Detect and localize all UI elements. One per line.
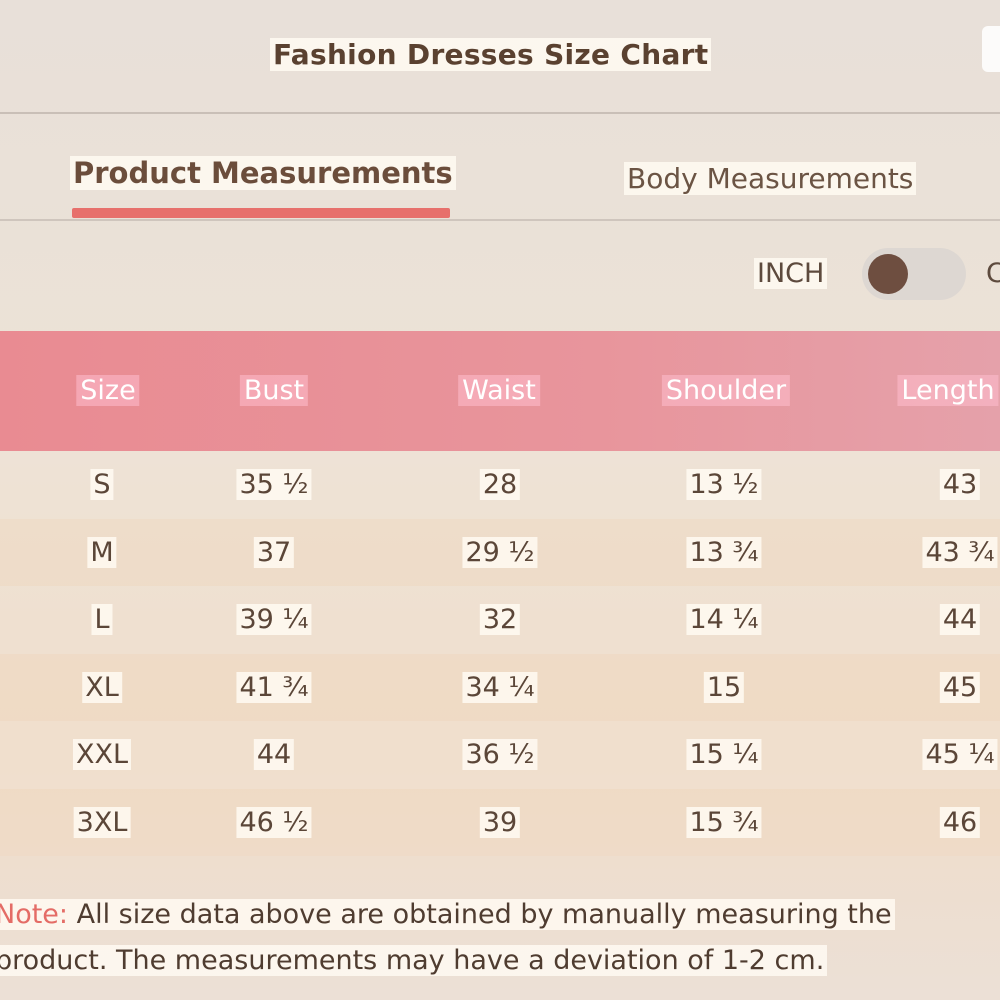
active-tab-indicator bbox=[72, 208, 450, 218]
unit-label-cm[interactable]: C bbox=[986, 258, 1000, 289]
cell-bust: 39 ¼ bbox=[236, 604, 312, 635]
cell-bust: 41 ¾ bbox=[236, 671, 312, 703]
table-header-row: Size Bust Waist Shoulder Length bbox=[0, 331, 1000, 451]
note-line-1: Note: All size data above are obtained b… bbox=[0, 892, 1000, 938]
column-header-length: Length bbox=[897, 375, 999, 406]
cell-bust: 35 ½ bbox=[236, 469, 312, 500]
table-row: 3XL 46 ½ 39 15 ¾ 46 bbox=[0, 788, 1000, 856]
cell-shoulder: 13 ½ bbox=[686, 469, 762, 500]
cell-bust: 37 bbox=[253, 536, 295, 568]
cell-size: L bbox=[91, 604, 113, 635]
cell-shoulder: 15 bbox=[703, 671, 745, 703]
cell-shoulder: 14 ¼ bbox=[686, 604, 762, 635]
measurement-note: Note: All size data above are obtained b… bbox=[0, 892, 1000, 984]
cell-length: 46 bbox=[939, 806, 981, 838]
column-header-shoulder: Shoulder bbox=[661, 375, 791, 406]
cell-waist: 32 bbox=[479, 604, 521, 635]
cell-size: XL bbox=[82, 671, 122, 703]
tab-bar: Product Measurements Body Measurements bbox=[0, 114, 1000, 221]
table-row: XL 41 ¾ 34 ¼ 15 45 bbox=[0, 653, 1000, 721]
cell-length: 45 ¼ bbox=[922, 739, 998, 770]
table-row: L 39 ¼ 32 14 ¼ 44 bbox=[0, 586, 1000, 654]
tab-product-measurements[interactable]: Product Measurements bbox=[70, 156, 456, 190]
table-row: XXL 44 36 ½ 15 ¼ 45 ¼ bbox=[0, 721, 1000, 789]
cell-size: 3XL bbox=[73, 806, 131, 838]
cell-waist: 28 bbox=[479, 469, 521, 500]
table-row: M 37 29 ½ 13 ¾ 43 ¾ bbox=[0, 518, 1000, 586]
cell-waist: 36 ½ bbox=[462, 739, 538, 770]
cell-shoulder: 13 ¾ bbox=[686, 536, 762, 568]
cell-size: XXL bbox=[72, 739, 132, 770]
cell-bust: 46 ½ bbox=[236, 806, 312, 838]
cell-bust: 44 bbox=[253, 739, 295, 770]
note-text-1: All size data above are obtained by manu… bbox=[76, 899, 892, 930]
cell-shoulder: 15 ¾ bbox=[686, 806, 762, 838]
cell-waist: 39 bbox=[479, 806, 521, 838]
toggle-knob bbox=[868, 254, 908, 294]
page-title: Fashion Dresses Size Chart bbox=[270, 38, 712, 71]
cell-waist: 29 ½ bbox=[462, 536, 538, 568]
close-button[interactable] bbox=[982, 26, 1000, 72]
note-text-2: product. The measurements may have a dev… bbox=[0, 945, 828, 976]
cell-length: 45 bbox=[939, 671, 981, 703]
cell-waist: 34 ¼ bbox=[462, 671, 538, 703]
cell-shoulder: 15 ¼ bbox=[686, 739, 762, 770]
cell-size: S bbox=[90, 469, 114, 500]
note-label: Note: bbox=[0, 899, 69, 930]
cell-size: M bbox=[87, 536, 117, 568]
cell-length: 43 ¾ bbox=[922, 536, 998, 568]
column-header-size: Size bbox=[76, 375, 140, 406]
cell-length: 44 bbox=[939, 604, 981, 635]
note-line-2: product. The measurements may have a dev… bbox=[0, 938, 1000, 984]
unit-toggle-switch[interactable] bbox=[862, 248, 966, 300]
column-header-waist: Waist bbox=[458, 375, 540, 406]
tab-body-measurements[interactable]: Body Measurements bbox=[624, 162, 917, 195]
table-row: S 35 ½ 28 13 ½ 43 bbox=[0, 451, 1000, 519]
cell-length: 43 bbox=[939, 469, 981, 500]
column-header-bust: Bust bbox=[239, 375, 309, 406]
header: Fashion Dresses Size Chart bbox=[0, 0, 1000, 114]
table-body: S 35 ½ 28 13 ½ 43 M 37 29 ½ 13 ¾ 43 ¾ L … bbox=[0, 451, 1000, 856]
unit-label-inch[interactable]: INCH bbox=[754, 258, 828, 289]
